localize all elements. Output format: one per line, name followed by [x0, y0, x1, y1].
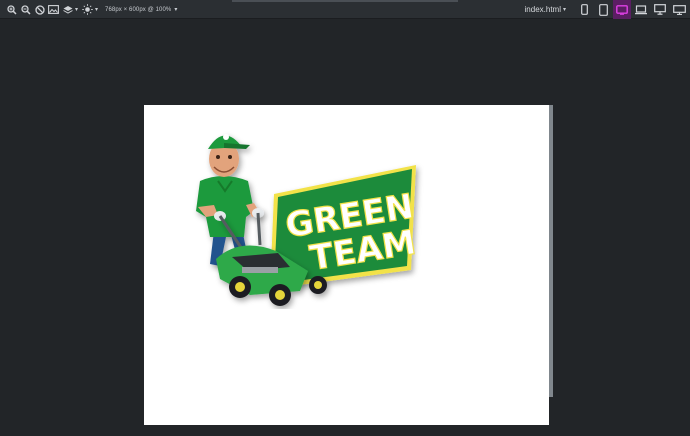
- toolbar-right-group: index.html ▾: [525, 0, 690, 19]
- layers-icon[interactable]: [61, 1, 74, 18]
- disable-icon[interactable]: [33, 1, 46, 18]
- tablet-landscape-icon[interactable]: [613, 0, 631, 19]
- laptop-icon[interactable]: [632, 0, 650, 19]
- preview-canvas: GREEN TEAM: [144, 105, 549, 425]
- toolbar-left-group: ▾ ▾ 768px × 600px @ 100% ▾: [5, 0, 180, 19]
- layers-caret-icon[interactable]: ▾: [75, 6, 78, 13]
- tablet-portrait-icon[interactable]: [594, 0, 612, 19]
- green-team-logo: GREEN TEAM: [196, 134, 419, 306]
- widescreen-icon[interactable]: [670, 0, 688, 19]
- file-select-dropdown[interactable]: index.html: [525, 5, 561, 14]
- image-icon[interactable]: [47, 1, 60, 18]
- brightness-caret-icon[interactable]: ▾: [95, 6, 98, 13]
- file-caret-icon[interactable]: ▾: [563, 6, 566, 13]
- toolbar-notch: [232, 0, 458, 2]
- zoom-in-icon[interactable]: [5, 1, 18, 18]
- preview-toolbar: ▾ ▾ 768px × 600px @ 100% ▾ index.html ▾: [0, 0, 690, 19]
- viewport-caret-icon[interactable]: ▾: [174, 6, 177, 13]
- desktop-icon[interactable]: [651, 0, 669, 19]
- phone-portrait-icon[interactable]: [575, 0, 593, 19]
- canvas-edge-shadow: [549, 105, 553, 397]
- zoom-out-icon[interactable]: [19, 1, 32, 18]
- viewport-size-dropdown[interactable]: 768px × 600px @ 100%: [105, 7, 171, 13]
- brightness-icon[interactable]: [81, 1, 94, 18]
